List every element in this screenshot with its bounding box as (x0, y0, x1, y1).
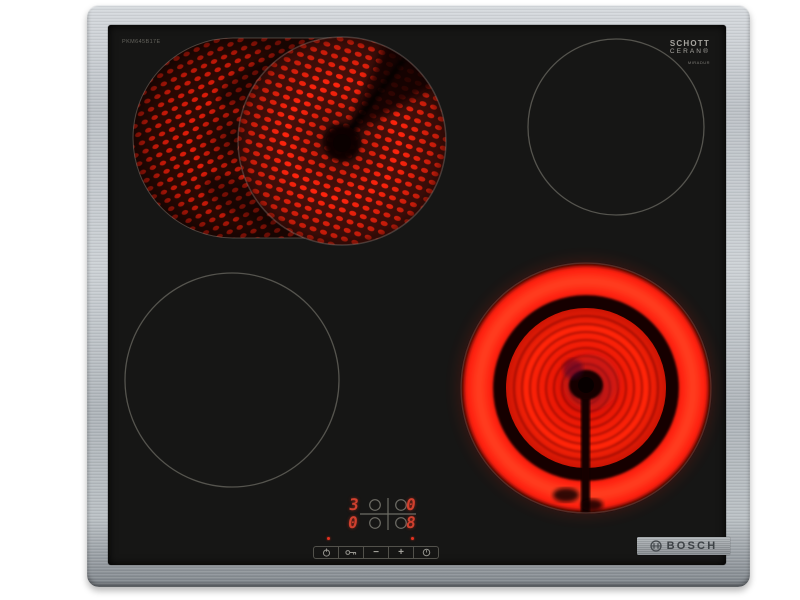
bosch-logo-plate: BOSCH (637, 537, 730, 555)
timer-button[interactable] (414, 547, 438, 558)
key-icon (345, 549, 357, 556)
minus-button[interactable]: − (364, 547, 389, 558)
schott-subtext: MIRADUR (670, 61, 710, 66)
child-lock-button[interactable] (339, 547, 364, 558)
schott-text: SCHOTT (670, 39, 710, 48)
glass-surface: PKM645B17E SCHOTT CERAN® MIRADUR 3 0 0 8 (108, 25, 726, 565)
model-label: PKM645B17E (122, 39, 161, 45)
power-indicator-dot (327, 537, 330, 540)
plus-button[interactable]: + (389, 547, 414, 558)
zone-level-back-left: 3 (348, 497, 360, 513)
zone-level-back-right: 0 (405, 497, 417, 513)
zone-level-front-left: 0 (347, 515, 359, 531)
zone-front-left (125, 273, 339, 487)
schott-ceran-logo: SCHOTT CERAN® MIRADUR (670, 39, 710, 65)
bosch-symbol-icon (650, 540, 662, 552)
timer-icon (422, 548, 431, 557)
zone-level-front-right: 8 (405, 515, 417, 531)
plus-label: + (398, 548, 404, 557)
hob-frame: PKM645B17E SCHOTT CERAN® MIRADUR 3 0 0 8 (87, 5, 750, 587)
timer-indicator-dot (411, 537, 414, 540)
ceran-text: CERAN® (670, 48, 710, 55)
touch-control-bar: − + (313, 546, 439, 559)
cooktop-zones-graphic (108, 25, 726, 565)
power-icon (322, 548, 331, 557)
zone-front-right (458, 260, 714, 516)
zone-back-right (528, 39, 704, 215)
zone-back-left (133, 31, 452, 245)
minus-label: − (373, 548, 379, 557)
bosch-logo: BOSCH (667, 540, 718, 552)
power-button[interactable] (314, 547, 339, 558)
